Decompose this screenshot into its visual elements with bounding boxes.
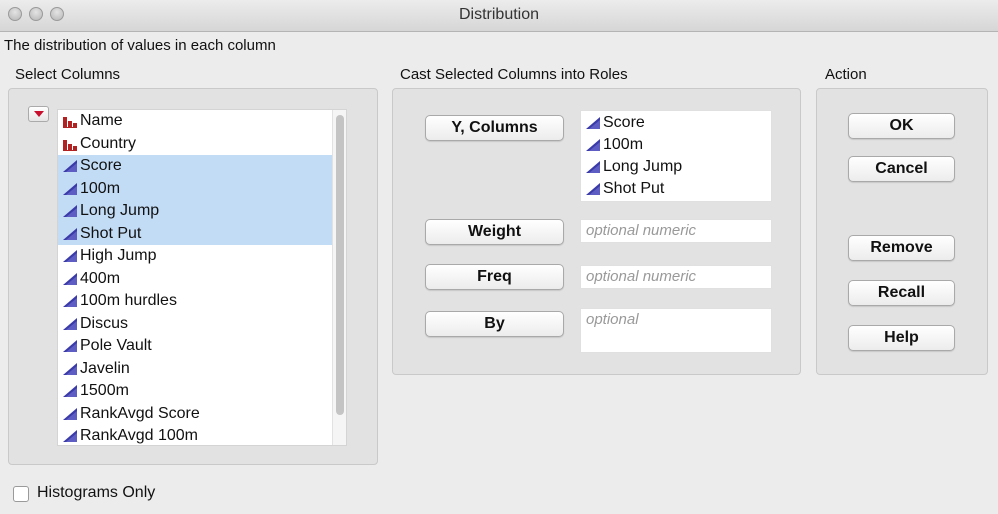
column-list[interactable]: Name Country Score 100m Long Jump Shot Put Hig… — [57, 109, 347, 446]
column-list-item-label: Score — [80, 157, 122, 175]
continuous-triangle-icon — [63, 182, 77, 195]
column-list-item-label: Javelin — [80, 359, 130, 377]
continuous-triangle-icon — [63, 272, 77, 285]
by-role-box[interactable]: optional — [580, 308, 772, 353]
column-list-item-label: RankAvgd Score — [80, 404, 200, 422]
freq-button[interactable]: Freq — [425, 264, 564, 290]
column-list-item[interactable]: Shot Put — [58, 222, 346, 245]
column-options-dropdown-button[interactable] — [28, 106, 49, 122]
column-list-scroll-thumb[interactable] — [336, 115, 344, 415]
continuous-triangle-icon — [63, 227, 77, 240]
continuous-triangle-icon — [63, 295, 77, 308]
freq-placeholder: optional numeric — [586, 268, 697, 285]
continuous-triangle-icon — [63, 407, 77, 420]
histograms-only-checkbox[interactable] — [13, 486, 29, 502]
nominal-bars-icon — [63, 139, 77, 151]
continuous-triangle-icon — [63, 430, 77, 443]
cast-roles-label: Cast Selected Columns into Roles — [400, 66, 628, 83]
by-button[interactable]: By — [425, 311, 564, 337]
recall-button[interactable]: Recall — [848, 280, 955, 306]
column-list-item[interactable]: Javelin — [58, 358, 346, 381]
column-list-item-label: Name — [80, 112, 123, 130]
column-list-item[interactable]: Score — [58, 155, 346, 178]
column-list-item-label: Pole Vault — [80, 337, 152, 355]
cancel-button[interactable]: Cancel — [848, 156, 955, 182]
continuous-triangle-icon — [586, 183, 600, 195]
help-button[interactable]: Help — [848, 325, 955, 351]
column-list-item-label: Discus — [80, 314, 129, 332]
y-column-role-item-label: 100m — [603, 136, 644, 153]
column-list-item-label: Long Jump — [80, 202, 160, 220]
column-list-scrollbar[interactable] — [332, 110, 346, 445]
freq-role-box[interactable]: optional numeric — [580, 265, 772, 289]
column-list-item-label: 100m — [80, 179, 121, 197]
y-column-role-item[interactable]: Score — [581, 112, 771, 134]
column-list-item-label: 100m hurdles — [80, 292, 177, 310]
weight-role-box[interactable]: optional numeric — [580, 219, 772, 243]
y-column-role-item[interactable]: Long Jump — [581, 156, 771, 178]
column-list-item-label: 1500m — [80, 382, 129, 400]
y-columns-role-list[interactable]: Score 100m Long Jump Shot Put — [580, 110, 772, 202]
continuous-triangle-icon — [586, 161, 600, 173]
column-list-item-label: 400m — [80, 269, 121, 287]
column-list-item[interactable]: 1500m — [58, 380, 346, 403]
y-column-role-item[interactable]: 100m — [581, 134, 771, 156]
continuous-triangle-icon — [63, 362, 77, 375]
continuous-triangle-icon — [63, 205, 77, 218]
column-list-item[interactable]: 100m — [58, 177, 346, 200]
continuous-triangle-icon — [586, 139, 600, 151]
weight-button[interactable]: Weight — [425, 219, 564, 245]
column-list-item[interactable]: Long Jump — [58, 200, 346, 223]
column-list-item[interactable]: High Jump — [58, 245, 346, 268]
action-label: Action — [825, 66, 867, 83]
y-column-role-item-label: Shot Put — [603, 180, 665, 197]
nominal-bars-icon — [63, 117, 77, 129]
column-list-item-label: RankAvgd 100m — [80, 427, 198, 445]
column-list-item[interactable]: Name — [58, 110, 346, 133]
y-column-role-item[interactable]: Shot Put — [581, 178, 771, 200]
histograms-only-label: Histograms Only — [37, 484, 156, 501]
column-list-item[interactable]: 400m — [58, 268, 346, 291]
platform-description: The distribution of values in each colum… — [4, 37, 276, 54]
y-column-role-item-label: Score — [603, 114, 645, 131]
continuous-triangle-icon — [63, 160, 77, 173]
ok-button[interactable]: OK — [848, 113, 955, 139]
column-list-item-label: Country — [80, 134, 137, 152]
by-placeholder: optional — [586, 311, 639, 328]
column-list-item[interactable]: Pole Vault — [58, 335, 346, 358]
remove-button[interactable]: Remove — [848, 235, 955, 261]
y-columns-button[interactable]: Y, Columns — [425, 115, 564, 141]
distribution-dialog: Distribution The distribution of values … — [0, 0, 998, 514]
column-list-item[interactable]: Discus — [58, 313, 346, 336]
column-list-item[interactable]: Country — [58, 133, 346, 156]
continuous-triangle-icon — [63, 340, 77, 353]
select-columns-label: Select Columns — [15, 66, 121, 83]
column-list-item[interactable]: RankAvgd 100m — [58, 425, 346, 448]
continuous-triangle-icon — [586, 117, 600, 129]
y-column-role-item-label: Long Jump — [603, 158, 683, 175]
title-bar: Distribution — [0, 0, 998, 32]
weight-placeholder: optional numeric — [586, 222, 697, 239]
column-list-item[interactable]: 100m hurdles — [58, 290, 346, 313]
continuous-triangle-icon — [63, 317, 77, 330]
column-list-item-label: High Jump — [80, 247, 157, 265]
column-list-item[interactable]: RankAvgd Score — [58, 403, 346, 426]
continuous-triangle-icon — [63, 250, 77, 263]
window-title: Distribution — [458, 6, 540, 23]
continuous-triangle-icon — [63, 385, 77, 398]
column-list-item-label: Shot Put — [80, 224, 142, 242]
